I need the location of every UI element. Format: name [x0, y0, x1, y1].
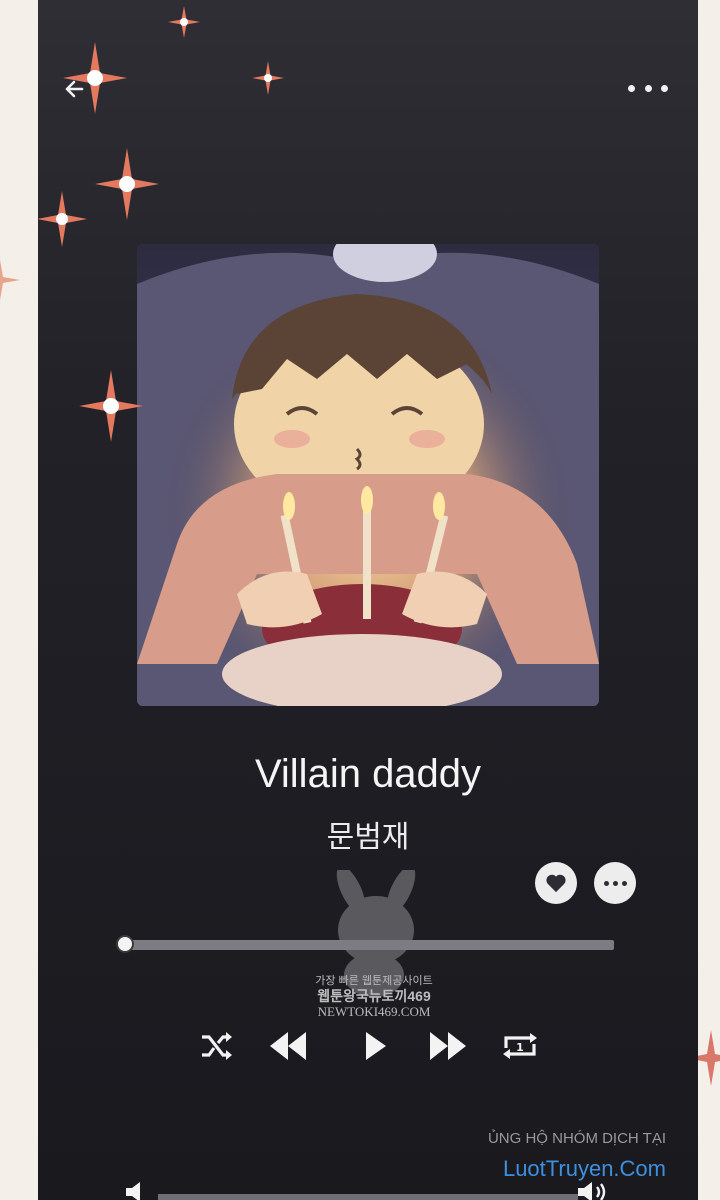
sparkle-decoration [168, 6, 200, 38]
progress-track[interactable] [124, 940, 614, 950]
like-button[interactable] [535, 862, 577, 904]
progress-thumb[interactable] [116, 935, 134, 953]
play-icon[interactable] [354, 1028, 394, 1064]
sparkle-decoration [37, 191, 87, 247]
fast-forward-icon[interactable] [428, 1028, 468, 1064]
volume-slider[interactable] [158, 1194, 578, 1200]
song-title: Villain daddy [254, 752, 482, 796]
sparkle-decoration [63, 42, 127, 114]
sparkle-decoration [95, 148, 159, 220]
volume-low-icon[interactable] [118, 1180, 158, 1200]
credit-link[interactable]: LuotTruyen.Com [503, 1156, 666, 1182]
more-horizontal-icon [603, 880, 627, 886]
heart-icon [546, 874, 566, 893]
sparkle-decoration [79, 370, 143, 442]
artist-name: 문범재 [326, 820, 410, 855]
volume-high-icon[interactable] [574, 1180, 614, 1200]
more-menu-icon[interactable] [628, 76, 668, 100]
watermark-text: 가장 빠른 웹툰제공사이트 웹툰왕국뉴토끼469 NEWTOKI469.COM [315, 975, 433, 1019]
sparkle-decoration [252, 61, 284, 95]
album-art [137, 244, 599, 706]
repeat-one-icon[interactable]: 1 [500, 1028, 540, 1064]
svg-text:1: 1 [516, 1041, 524, 1054]
sparkle-decoration [0, 260, 20, 300]
rewind-icon[interactable] [268, 1028, 308, 1064]
credit-text: ỦNG HỘ NHÓM DỊCH TẠI [487, 1130, 666, 1147]
shuffle-icon[interactable] [196, 1028, 236, 1064]
song-options-button[interactable] [594, 862, 636, 904]
